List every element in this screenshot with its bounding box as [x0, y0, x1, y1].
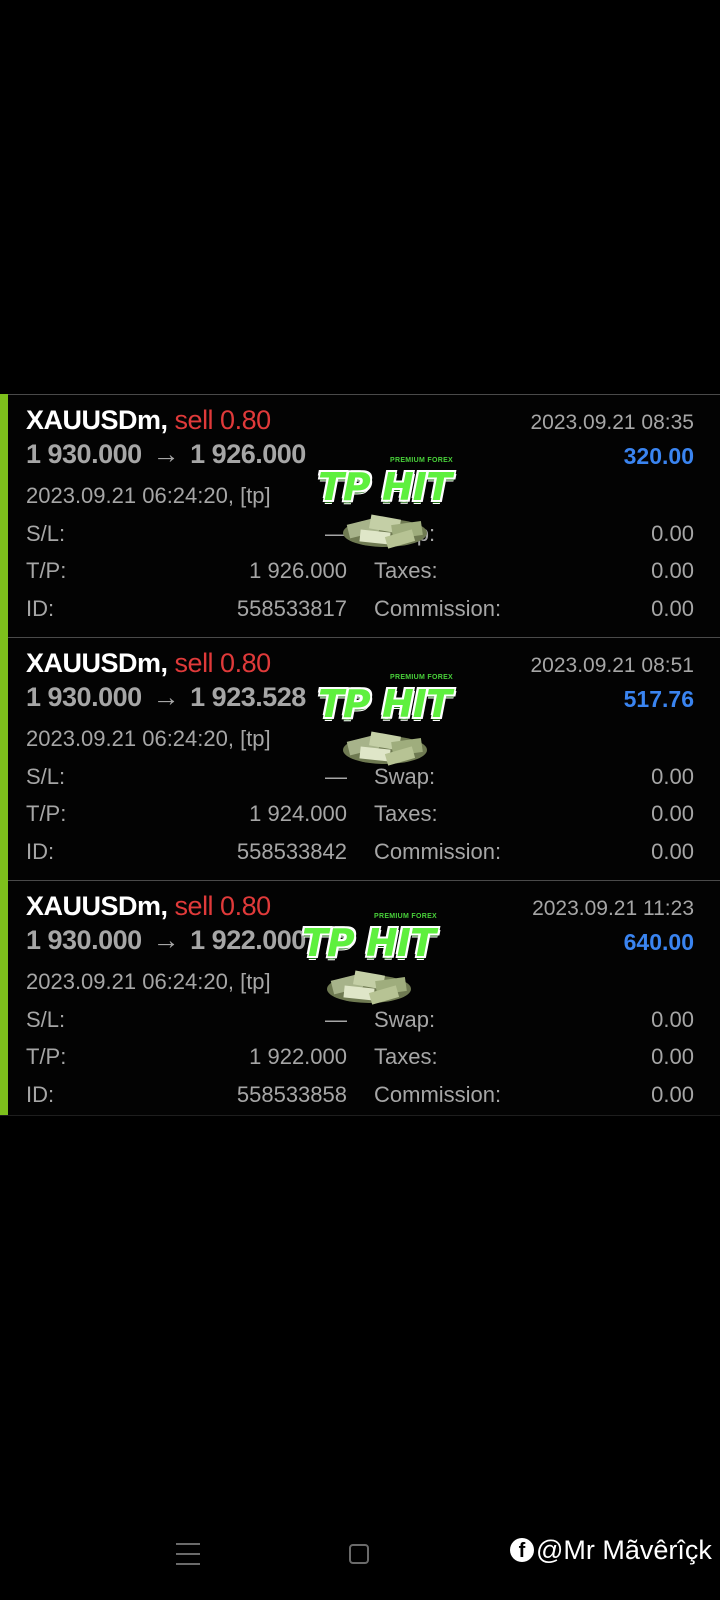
close-price: 1 922.000	[190, 925, 306, 955]
sticker-premium-text: PREMIUM FOREX	[374, 913, 438, 920]
close-time: 2023.09.21 11:23	[532, 897, 694, 920]
commission-value: 0.00	[651, 839, 694, 864]
sl-label: S/L:	[26, 521, 66, 546]
id-value: 558533858	[236, 1082, 347, 1107]
close-price: 1 926.000	[190, 439, 306, 469]
sticker-tp-hit-text: TP HIT	[318, 465, 452, 509]
close-time: 2023.09.21 08:51	[530, 654, 695, 677]
id-value: 558533817	[236, 596, 347, 621]
symbol: XAUUSDm,	[26, 405, 168, 435]
taxes-value: 0.00	[651, 558, 694, 583]
tp-value: 1 922.000	[249, 1044, 347, 1069]
trade-accent-bar	[0, 394, 8, 637]
commission-label: Commission:	[374, 596, 502, 621]
open-time: 2023.09.21 06:24:20, [tp]	[26, 969, 271, 994]
open-price: 1 930.000	[26, 682, 142, 712]
open-time: 2023.09.21 06:24:20, [tp]	[26, 726, 271, 751]
commission-value: 0.00	[651, 1082, 694, 1107]
commission-label: Commission:	[374, 1082, 502, 1107]
arrow-icon: →	[152, 925, 180, 955]
swap-value: 0.00	[651, 1007, 694, 1032]
trade-side: sell 0.80	[174, 405, 272, 435]
taxes-label: Taxes:	[374, 558, 438, 583]
sticker-tp-hit-text: TP HIT	[302, 921, 436, 965]
profit: 640.00	[623, 929, 694, 955]
trade-title: XAUUSDm, sell 0.80	[26, 648, 271, 679]
open-price: 1 930.000	[26, 925, 142, 955]
tp-label: T/P:	[26, 558, 67, 583]
hamburger-icon[interactable]	[176, 1543, 200, 1565]
open-price: 1 930.000	[26, 439, 142, 469]
arrow-icon: →	[152, 682, 180, 712]
trade-title: XAUUSDm, sell 0.80	[26, 405, 271, 436]
price-range: 1 930.000 → 1 926.000	[26, 439, 306, 470]
watermark-text: @Mr Mãvêrîçk	[536, 1535, 712, 1565]
swap-value: 0.00	[651, 521, 694, 546]
facebook-icon: f	[510, 1538, 534, 1562]
watermark: f @Mr Mãvêrîçk	[510, 1535, 712, 1566]
trade-side: sell 0.80	[174, 648, 272, 678]
taxes-value: 0.00	[651, 1044, 694, 1069]
tp-label: T/P:	[26, 801, 67, 826]
money-pile-icon	[327, 970, 411, 1005]
tp-value: 1 924.000	[249, 801, 347, 826]
sticker-premium-text: PREMIUM FOREX	[390, 457, 454, 464]
sticker-tp-hit-text: TP HIT	[318, 682, 452, 726]
id-label: ID:	[26, 1082, 55, 1107]
tp-hit-sticker: PREMIUM FOREX TP HIT	[318, 457, 468, 557]
price-range: 1 930.000 → 1 923.528	[26, 682, 306, 713]
commission-value: 0.00	[651, 596, 694, 621]
square-home-icon[interactable]	[349, 1544, 369, 1564]
id-label: ID:	[26, 596, 55, 621]
trade-item[interactable]: XAUUSDm, sell 0.80 1 930.000 → 1 922.000…	[0, 880, 720, 1116]
trade-accent-bar	[0, 880, 8, 1115]
id-label: ID:	[26, 839, 55, 864]
close-price: 1 923.528	[190, 682, 306, 712]
taxes-label: Taxes:	[374, 1044, 438, 1069]
trade-item[interactable]: XAUUSDm, sell 0.80 1 930.000 → 1 926.000…	[0, 394, 720, 637]
sl-label: S/L:	[26, 1007, 66, 1032]
open-time: 2023.09.21 06:24:20, [tp]	[26, 483, 271, 508]
money-pile-icon	[343, 731, 427, 766]
trade-item[interactable]: XAUUSDm, sell 0.80 1 930.000 → 1 923.528…	[0, 637, 720, 880]
money-pile-icon	[343, 514, 427, 549]
trade-title: XAUUSDm, sell 0.80	[26, 891, 271, 922]
close-time: 2023.09.21 08:35	[530, 411, 695, 434]
tp-value: 1 926.000	[249, 558, 347, 583]
symbol: XAUUSDm,	[26, 891, 168, 921]
sticker-premium-text: PREMIUM FOREX	[390, 674, 454, 681]
id-value: 558533842	[236, 839, 347, 864]
profit: 517.76	[623, 686, 694, 712]
taxes-value: 0.00	[651, 801, 694, 826]
symbol: XAUUSDm,	[26, 648, 168, 678]
profit: 320.00	[623, 443, 694, 469]
trade-accent-bar	[0, 637, 8, 880]
trade-side: sell 0.80	[174, 891, 272, 921]
price-range: 1 930.000 → 1 922.000	[26, 925, 306, 956]
swap-value: 0.00	[651, 764, 694, 789]
sl-label: S/L:	[26, 764, 66, 789]
tp-hit-sticker: PREMIUM FOREX TP HIT	[302, 913, 452, 1013]
tp-hit-sticker: PREMIUM FOREX TP HIT	[318, 674, 468, 774]
commission-label: Commission:	[374, 839, 502, 864]
arrow-icon: →	[152, 439, 180, 469]
tp-label: T/P:	[26, 1044, 67, 1069]
trade-history-list: XAUUSDm, sell 0.80 1 930.000 → 1 926.000…	[0, 394, 720, 1116]
taxes-label: Taxes:	[374, 801, 438, 826]
